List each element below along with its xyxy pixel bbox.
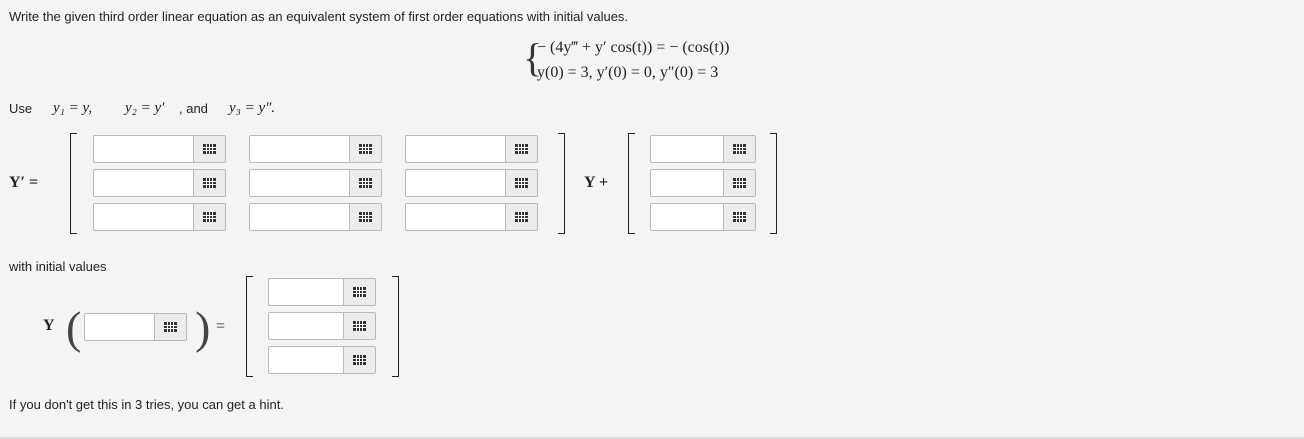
grid-icon	[353, 287, 366, 297]
palette-button[interactable]	[349, 135, 382, 163]
palette-button[interactable]	[723, 135, 756, 163]
use-label: Use	[9, 101, 33, 116]
initial-right-bracket	[392, 276, 399, 377]
matrix-entry-2-3[interactable]	[405, 169, 538, 197]
right-paren: )	[195, 302, 211, 353]
vector-left-bracket	[628, 133, 635, 234]
initial-conditions: y(0) = 3, y′(0) = 0, y″(0) = 3	[537, 64, 719, 81]
y-plus: Y +	[584, 174, 609, 191]
y3-definition: y₃ = y″.	[229, 100, 276, 116]
matrix-entry-1-2[interactable]	[249, 135, 382, 163]
grid-icon	[359, 178, 372, 188]
matrix-entry-3-1-input[interactable]	[93, 203, 193, 231]
palette-button[interactable]	[154, 313, 187, 341]
grid-icon	[515, 144, 528, 154]
grid-icon	[353, 355, 366, 365]
y-vector-label: Y	[43, 317, 55, 334]
palette-button[interactable]	[723, 169, 756, 197]
palette-button[interactable]	[349, 169, 382, 197]
matrix-entry-2-1-input[interactable]	[93, 169, 193, 197]
forcing-entry-2-input[interactable]	[650, 169, 723, 197]
grid-icon	[359, 144, 372, 154]
matrix-entry-1-1[interactable]	[93, 135, 226, 163]
palette-button[interactable]	[193, 135, 226, 163]
matrix-entry-1-3-input[interactable]	[405, 135, 505, 163]
question-prompt: Write the given third order linear equat…	[9, 9, 629, 24]
initial-left-bracket	[246, 276, 253, 377]
palette-button[interactable]	[505, 169, 538, 197]
left-paren: (	[66, 302, 82, 353]
palette-button[interactable]	[343, 346, 376, 374]
initial-time-input[interactable]	[84, 313, 154, 341]
palette-button[interactable]	[505, 135, 538, 163]
initial-time-entry[interactable]	[84, 313, 187, 341]
grid-icon	[203, 144, 216, 154]
palette-button[interactable]	[723, 203, 756, 231]
palette-button[interactable]	[193, 203, 226, 231]
forcing-entry-3-input[interactable]	[650, 203, 723, 231]
and-label: , and	[179, 101, 208, 116]
y1-definition: y₁ = y,	[53, 100, 93, 116]
matrix-entry-3-3[interactable]	[405, 203, 538, 231]
matrix-entry-3-2-input[interactable]	[249, 203, 349, 231]
forcing-entry-1[interactable]	[650, 135, 756, 163]
y-prime-equals: Y′ =	[9, 174, 39, 191]
palette-button[interactable]	[343, 278, 376, 306]
initial-value-2-input[interactable]	[268, 312, 343, 340]
matrix-entry-2-1[interactable]	[93, 169, 226, 197]
grid-icon	[164, 322, 177, 332]
matrix-entry-2-2[interactable]	[249, 169, 382, 197]
grid-icon	[203, 178, 216, 188]
matrix-entry-3-1[interactable]	[93, 203, 226, 231]
matrix-left-bracket	[70, 133, 77, 234]
matrix-entry-3-3-input[interactable]	[405, 203, 505, 231]
matrix-right-bracket	[558, 133, 565, 234]
palette-button[interactable]	[349, 203, 382, 231]
hint-text: If you don't get this in 3 tries, you ca…	[9, 397, 284, 412]
grid-icon	[515, 212, 528, 222]
matrix-entry-1-3[interactable]	[405, 135, 538, 163]
grid-icon	[359, 212, 372, 222]
differential-equation: − (4y‴ + y′ cos(t)) = − (cos(t))	[537, 39, 730, 56]
initial-value-3[interactable]	[268, 346, 376, 374]
grid-icon	[353, 321, 366, 331]
initial-value-1-input[interactable]	[268, 278, 343, 306]
grid-icon	[733, 144, 746, 154]
forcing-entry-2[interactable]	[650, 169, 756, 197]
grid-icon	[733, 178, 746, 188]
equals-sign: =	[216, 318, 226, 335]
grid-icon	[733, 212, 746, 222]
y2-definition: y₂ = y′	[125, 100, 165, 116]
matrix-entry-3-2[interactable]	[249, 203, 382, 231]
matrix-entry-2-2-input[interactable]	[249, 169, 349, 197]
palette-button[interactable]	[343, 312, 376, 340]
vector-right-bracket	[770, 133, 777, 234]
forcing-entry-3[interactable]	[650, 203, 756, 231]
matrix-entry-1-1-input[interactable]	[93, 135, 193, 163]
initial-value-2[interactable]	[268, 312, 376, 340]
matrix-entry-2-3-input[interactable]	[405, 169, 505, 197]
initial-value-1[interactable]	[268, 278, 376, 306]
grid-icon	[203, 212, 216, 222]
initial-value-3-input[interactable]	[268, 346, 343, 374]
initial-values-label: with initial values	[9, 259, 107, 274]
palette-button[interactable]	[193, 169, 226, 197]
grid-icon	[515, 178, 528, 188]
forcing-entry-1-input[interactable]	[650, 135, 723, 163]
palette-button[interactable]	[505, 203, 538, 231]
matrix-entry-1-2-input[interactable]	[249, 135, 349, 163]
